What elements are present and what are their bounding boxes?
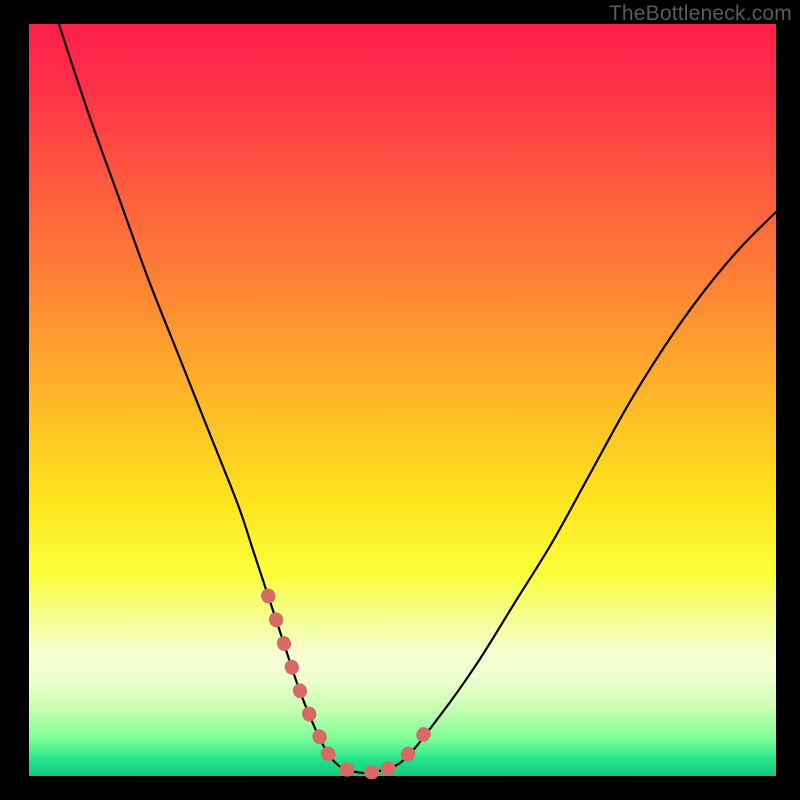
chart-frame: TheBottleneck.com [0, 0, 800, 800]
bottleneck-curve [29, 24, 776, 776]
watermark-text: TheBottleneck.com [609, 2, 792, 26]
highlight-right [388, 723, 433, 768]
curve-path [59, 24, 776, 773]
highlight-left [268, 596, 328, 754]
plot-area [29, 24, 776, 776]
